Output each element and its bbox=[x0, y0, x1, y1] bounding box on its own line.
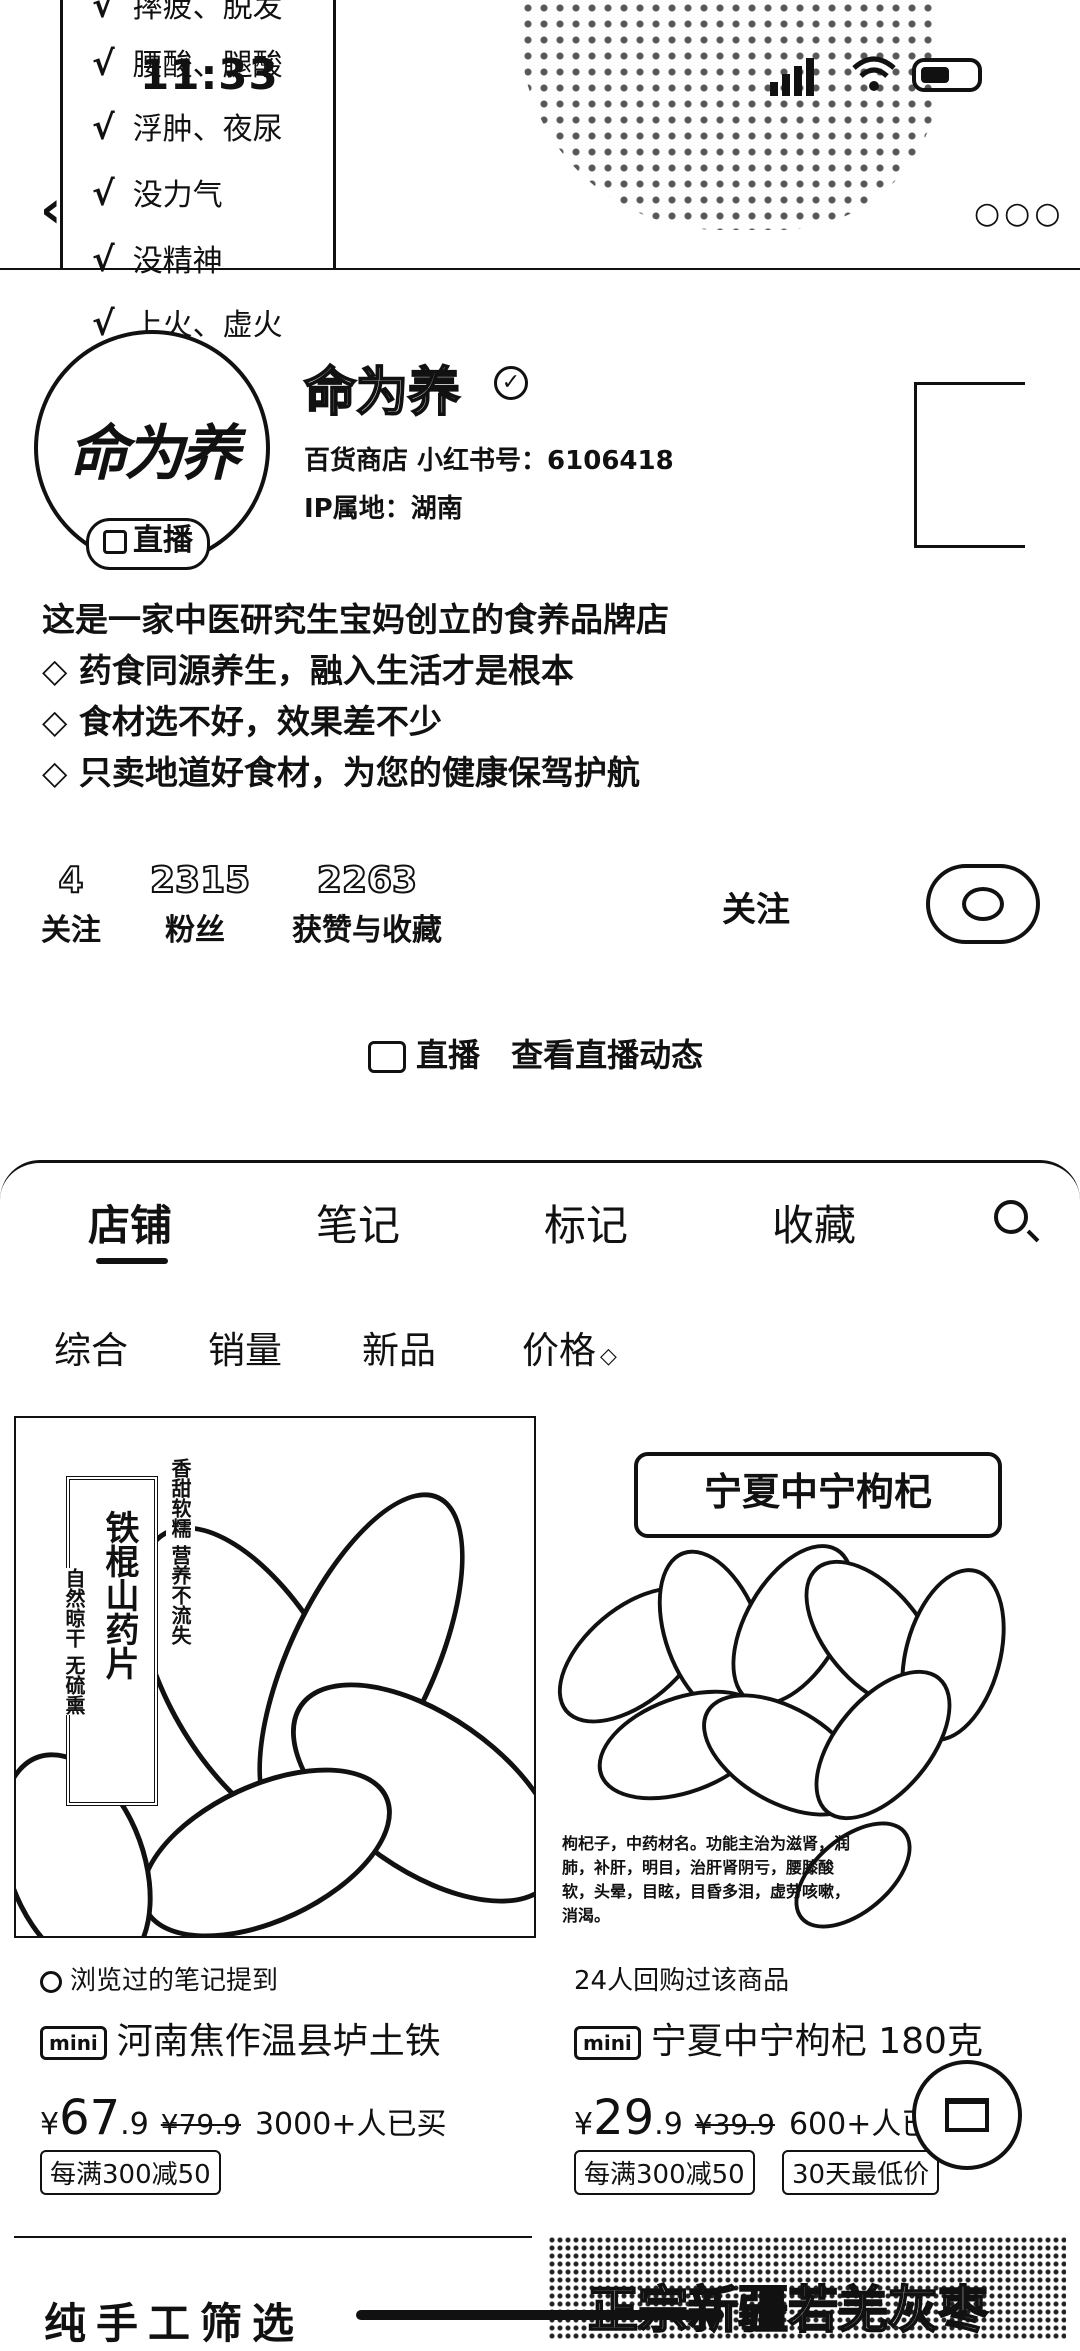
signal-icon bbox=[770, 58, 818, 96]
side-card-edge bbox=[914, 382, 1025, 548]
bio-line: ◇ 药食同源养生，融入生活才是根本 bbox=[42, 651, 574, 690]
checklist-item: √ 没精神 bbox=[92, 240, 223, 280]
tab-marks[interactable]: 标记 bbox=[544, 1192, 628, 1253]
note-icon bbox=[40, 1970, 62, 1993]
header-photo bbox=[520, 0, 940, 230]
follow-button[interactable]: 关注 bbox=[722, 882, 790, 931]
live-dynamics-link[interactable]: 直播 查看直播动态 bbox=[368, 1030, 703, 1076]
coupon-badge: 每满300减50 bbox=[40, 2150, 221, 2195]
bio-line: ◇ 食材选不好，效果差不少 bbox=[42, 702, 442, 741]
live-badge[interactable]: 直播 bbox=[86, 518, 210, 570]
coupon-badge: 30天最低价 bbox=[782, 2150, 940, 2195]
chat-icon bbox=[962, 887, 1004, 921]
product-card-preview[interactable]: 纯手工筛选 bbox=[14, 2236, 532, 2348]
verified-icon: ✓ bbox=[494, 366, 528, 400]
message-button[interactable] bbox=[926, 864, 1040, 944]
cart-icon bbox=[945, 2098, 989, 2132]
product-price: ¥67.9 ¥79.9 3000+人已买 bbox=[40, 2090, 447, 2146]
mini-badge: mini bbox=[574, 2026, 641, 2060]
checklist-item: √ 没力气 bbox=[92, 174, 223, 214]
header-divider bbox=[0, 268, 1080, 270]
profile-bio: 这是一家中医研究生宝妈创立的食养品牌店 ◇ 药食同源养生，融入生活才是根本 ◇ … bbox=[42, 594, 669, 798]
checklist-item: √ 摔疲、脱发 bbox=[92, 0, 283, 26]
tab-favorites[interactable]: 收藏 bbox=[772, 1192, 856, 1253]
profile-meta-id: 百货商店 小红书号：6106418 bbox=[304, 446, 674, 476]
sort-overall[interactable]: 综合 bbox=[54, 1320, 128, 1374]
sort-arrows-icon: ◇ bbox=[600, 1344, 617, 1369]
product-tag: 浏览过的笔记提到 bbox=[40, 1960, 278, 1997]
profile-ip-location: IP属地：湖南 bbox=[304, 494, 463, 524]
home-indicator[interactable] bbox=[356, 2310, 724, 2320]
mini-badge: mini bbox=[40, 2026, 107, 2060]
live-icon bbox=[103, 529, 127, 554]
more-icon[interactable]: ○○○ bbox=[974, 196, 1065, 231]
stat-followers[interactable]: 2315 粉丝 bbox=[149, 859, 251, 949]
image-caption: 自然晾干 无硫熏 bbox=[60, 1568, 89, 1715]
product-image[interactable]: 铁棍山药片 自然晾干 无硫熏 香甜软糯 营养不流失 bbox=[14, 1416, 536, 1938]
product-image[interactable]: 宁夏中宁枸杞 枸杞子，中药材名。功能主治为滋肾，润肺，补肝，明目，治肝肾阴亏，腰… bbox=[544, 1416, 1062, 1934]
battery-icon bbox=[912, 58, 982, 92]
product-card-preview[interactable]: 正宗新疆若羌灰枣 bbox=[548, 2236, 1066, 2341]
camera-icon bbox=[368, 1041, 406, 1073]
sort-new[interactable]: 新品 bbox=[362, 1320, 436, 1374]
checklist-item: √ 浮肿、夜尿 bbox=[92, 108, 283, 148]
stat-likes[interactable]: 2263 获赞与收藏 bbox=[282, 859, 452, 949]
sort-price[interactable]: 价格 ◇ bbox=[522, 1320, 617, 1374]
back-icon[interactable]: ‹ bbox=[40, 180, 61, 240]
image-caption: 枸杞子，中药材名。功能主治为滋肾，润肺，补肝，明目，治肝肾阴亏，腰膝酸软，头晕，… bbox=[562, 1834, 851, 1925]
product-price: ¥29.9 ¥39.9 600+人已买 bbox=[574, 2090, 962, 2146]
bio-line: ◇ 只卖地道好食材，为您的健康保驾护航 bbox=[42, 753, 640, 792]
product-tag: 24人回购过该商品 bbox=[574, 1966, 790, 1996]
cart-button[interactable] bbox=[912, 2060, 1022, 2170]
product-title[interactable]: mini 宁夏中宁枸杞 180克 bbox=[574, 2012, 983, 2064]
search-icon[interactable] bbox=[994, 1200, 1028, 1234]
brand-logo: 命为养 bbox=[68, 418, 240, 489]
product-title[interactable]: mini 河南焦作温县垆土铁 bbox=[40, 2012, 441, 2064]
tab-shop[interactable]: 店铺 bbox=[88, 1192, 172, 1253]
coupon-badge: 每满300减50 bbox=[574, 2150, 755, 2195]
tab-indicator bbox=[96, 1258, 168, 1264]
wifi-icon bbox=[852, 56, 896, 91]
product-image-label: 宁夏中宁枸杞 bbox=[634, 1452, 1002, 1538]
status-time: 11:33 bbox=[140, 50, 279, 99]
stat-following[interactable]: 4 关注 bbox=[36, 859, 106, 949]
profile-name: 命为养 bbox=[303, 362, 461, 424]
tab-notes[interactable]: 笔记 bbox=[316, 1192, 400, 1253]
bio-line: 这是一家中医研究生宝妈创立的食养品牌店 bbox=[42, 600, 669, 639]
image-caption: 香甜软糯 营养不流失 bbox=[166, 1458, 195, 1645]
sort-sales[interactable]: 销量 bbox=[208, 1320, 282, 1374]
